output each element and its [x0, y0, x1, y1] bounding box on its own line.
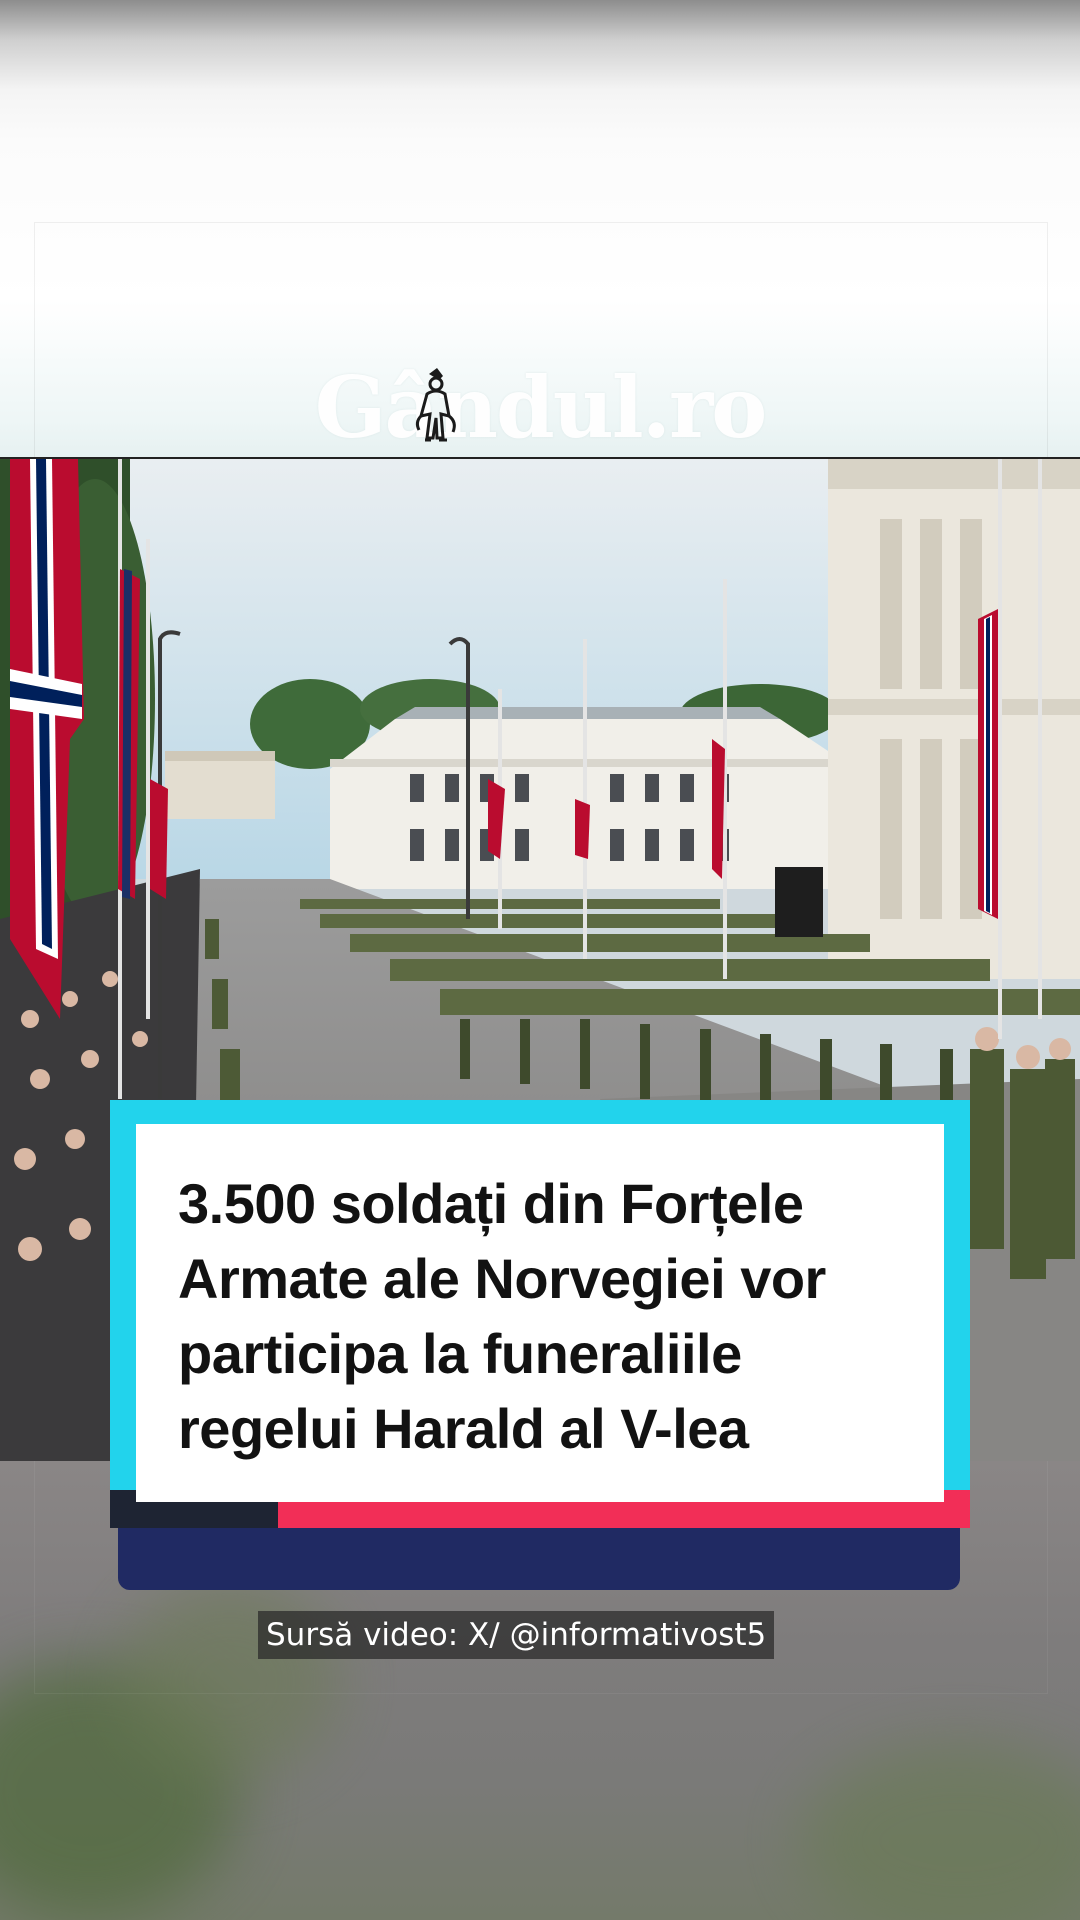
brand-logo-text: Gândul.ro — [314, 358, 767, 457]
brand-logo: Gândul.ro — [315, 360, 767, 450]
reel-frame: Gândul.ro 3.500 soldați din Forțele Arma… — [0, 0, 1080, 1920]
jester-figure-icon — [415, 368, 456, 442]
headline-card: 3.500 soldați din Forțele Armate ale Nor… — [136, 1124, 944, 1502]
headline-text: 3.500 soldați din Forțele Armate ale Nor… — [178, 1172, 826, 1460]
norway-flag-right — [978, 609, 998, 919]
video-source-caption: Sursă video: X/ @informativost5 — [258, 1611, 775, 1659]
